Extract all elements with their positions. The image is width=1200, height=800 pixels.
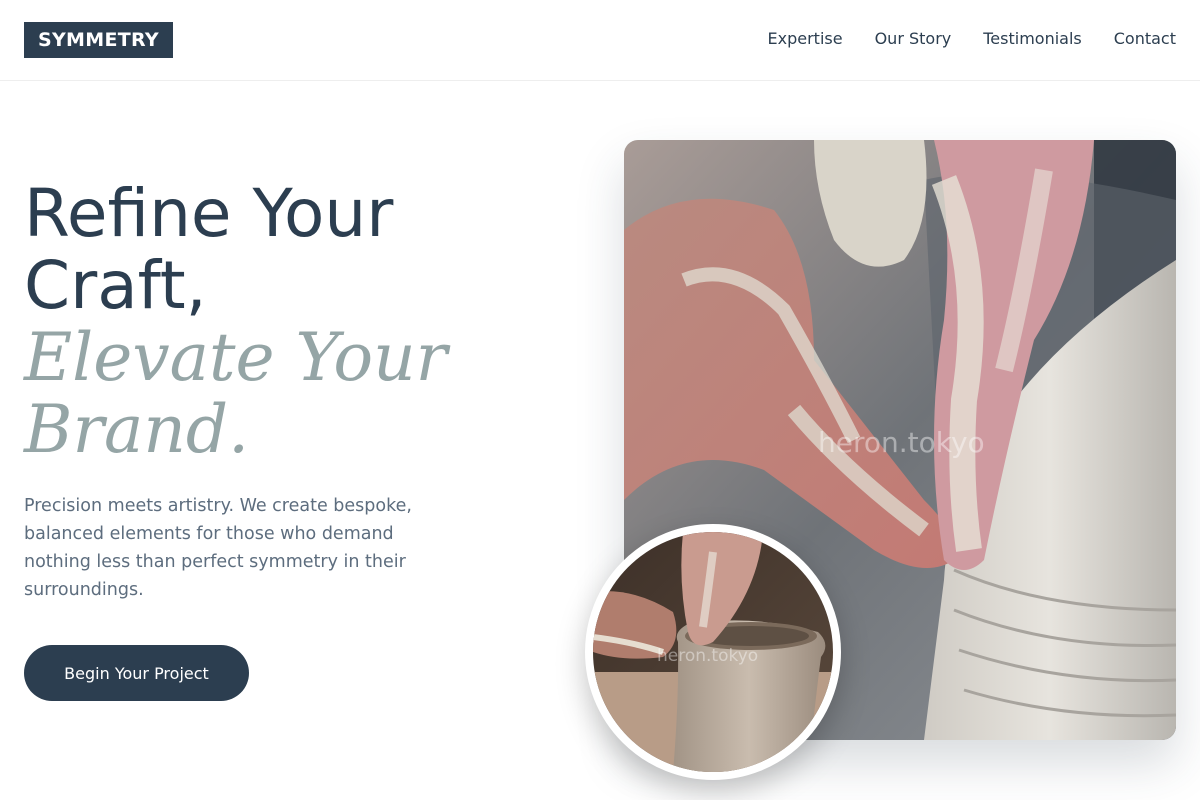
logo[interactable]: SYMMETRY	[24, 22, 173, 58]
inset-photo-pottery-wheel: heron.tokyo	[585, 524, 841, 780]
site-header: SYMMETRY Expertise Our Story Testimonial…	[0, 0, 1200, 81]
main-nav: Expertise Our Story Testimonials Contact	[768, 28, 1176, 50]
hero-title-line-1: Refine Your Craft,	[24, 175, 394, 324]
nav-link-our-story[interactable]: Our Story	[875, 28, 952, 50]
begin-project-button[interactable]: Begin Your Project	[24, 645, 249, 701]
hero-title-line-2: Elevate Your Brand.	[24, 319, 448, 468]
nav-link-testimonials[interactable]: Testimonials	[983, 28, 1082, 50]
hero-description: Precision meets artistry. We create besp…	[24, 496, 412, 600]
nav-link-expertise[interactable]: Expertise	[768, 28, 843, 50]
hero-title: Refine Your Craft, Elevate Your Brand.	[24, 178, 544, 466]
pottery-wheel-illustration	[593, 532, 833, 772]
nav-link-contact[interactable]: Contact	[1114, 28, 1176, 50]
